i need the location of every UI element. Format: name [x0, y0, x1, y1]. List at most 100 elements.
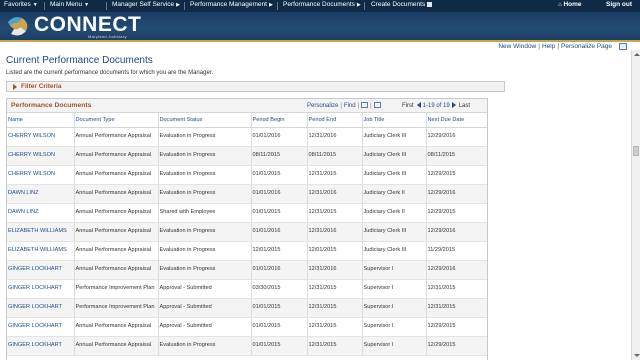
grid-find-link[interactable]: Find [344, 103, 356, 109]
table-row: CHERRY WILSON Annual Performance Appraisa… [7, 146, 487, 166]
employee-name-link[interactable]: CHERRY WILSON [7, 146, 75, 166]
table-cell: Performance Improvement Plan [74, 298, 159, 318]
table-cell: 01/01/2015 [251, 298, 308, 318]
table-cell: 12/01/2015 [307, 241, 363, 261]
table-cell: 01/01/2015 [251, 165, 308, 185]
table-cell: Annual Performance Appraisal [74, 184, 159, 204]
employee-name-link[interactable]: DAWN LINZ [7, 203, 75, 223]
previous-arrow-icon[interactable] [416, 102, 421, 108]
table-cell: Shared with Employee [158, 203, 252, 223]
table-cell: 12/29/2016 [426, 184, 487, 204]
next-arrow-icon[interactable] [451, 102, 456, 108]
personalize-page-link[interactable]: Personalize Page [561, 43, 612, 50]
download-grid-icon[interactable] [373, 102, 381, 108]
help-link[interactable]: Help [542, 43, 555, 50]
menu-divider [106, 2, 107, 10]
table-cell: 12/31/2016 [307, 127, 363, 147]
menu-manager-self-service-label: Manager Self Service [112, 1, 175, 8]
table-cell: Supervisor I [362, 260, 427, 280]
employee-name-link[interactable]: GINGER LOCKHART [7, 298, 75, 318]
table-cell: 12/31/2016 [307, 184, 363, 204]
scroll-down-icon[interactable] [634, 354, 640, 357]
sign-out-link[interactable]: Sign out [606, 1, 632, 8]
grid-tools: Personalize | Find | | [307, 102, 381, 109]
table-cell: Annual Performance Appraisal [74, 146, 159, 166]
column-header[interactable]: Job Title [362, 113, 427, 128]
scroll-up-icon[interactable] [634, 53, 640, 56]
table-row: DAWN LINZ Annual Performance Appraisal Sha… [7, 203, 487, 223]
table-cell: Evaluation in Progress [158, 222, 252, 242]
table-cell: Annual Performance Appraisal [74, 222, 159, 242]
table-cell: Judiciary Clerk III [362, 127, 427, 147]
menu-create-documents[interactable]: Create Documents [371, 1, 433, 8]
first-link[interactable]: First [402, 103, 414, 109]
table-cell: Supervisor I [362, 336, 427, 356]
employee-name-link[interactable]: ELIZABETH WILLIAMS [7, 222, 75, 242]
menu-main[interactable]: Main Menu ▼ [50, 1, 89, 8]
table-cell: 12/29/2015 [426, 165, 487, 185]
grid-personalize-link[interactable]: Personalize [307, 103, 338, 109]
filter-criteria-toggle[interactable]: Filter Criteria [6, 81, 505, 92]
column-header[interactable]: Period Begin [251, 113, 308, 128]
brand-subtitle: Maryland Judiciary [88, 34, 127, 39]
menu-performance-management-label: Performance Management [190, 1, 267, 8]
menu-performance-documents-label: Performance Documents [283, 1, 355, 8]
table-cell: Supervisor I [362, 317, 427, 337]
table-cell: 12/31/2015 [426, 279, 487, 299]
employee-name-link[interactable]: GINGER LOCKHART [7, 336, 75, 356]
employee-name-link[interactable]: CHERRY WILSON [7, 165, 75, 185]
table-row: GINGER LOCKHART Annual Performance Apprai… [7, 317, 487, 337]
column-header[interactable]: Next Due Date [426, 113, 487, 128]
expand-triangle-icon [13, 84, 17, 90]
column-header[interactable]: Document Status [158, 113, 252, 128]
column-header[interactable]: Document Type [74, 113, 159, 128]
table-cell: 12/29/2016 [426, 260, 487, 280]
table-row: GINGER LOCKHART Performance Improvement P… [7, 298, 487, 318]
employee-name-link[interactable]: GINGER LOCKHART [7, 317, 75, 337]
column-header[interactable]: Name [7, 113, 75, 128]
table-row: GINGER LOCKHART Performance Improvement P… [7, 279, 487, 299]
grid-toolbar: Performance Documents Personalize | Find | |… [7, 99, 487, 113]
employee-name-link[interactable]: GINGER LOCKHART [7, 260, 75, 280]
menu-performance-documents[interactable]: Performance Documents ▶ [283, 1, 361, 8]
menu-favorites[interactable]: Favorites ▼ [4, 1, 38, 8]
table-cell: 12/31/2015 [307, 203, 363, 223]
page-options-icon[interactable] [619, 43, 627, 50]
menu-divider [277, 2, 278, 10]
table-row: ELIZABETH WILLIAMS Annual Performance App… [7, 222, 487, 242]
page-title: Current Performance Documents [6, 55, 153, 66]
table-cell: Approval - Submitted [158, 279, 252, 299]
table-cell: Annual Performance Appraisal [74, 127, 159, 147]
table-cell: Judiciary Clerk II [362, 203, 427, 223]
employee-name-link[interactable]: ELIZABETH WILLIAMS [7, 241, 75, 261]
connect-logo-icon [8, 17, 28, 36]
scroll-thumb[interactable] [633, 146, 639, 156]
table-cell: 12/01/2015 [251, 241, 308, 261]
home-link[interactable]: ⌂ Home [558, 1, 582, 8]
table-cell: Evaluation in Progress [158, 127, 252, 147]
menu-divider [364, 2, 365, 10]
employee-name-link[interactable]: DAWN LINZ [7, 184, 75, 204]
new-window-icon [427, 2, 433, 7]
table-cell: 08/11/2015 [251, 146, 308, 166]
table-cell: Annual Performance Appraisal [74, 317, 159, 337]
table-cell: Judiciary Clerk II [362, 184, 427, 204]
chevron-right-icon: ▶ [356, 2, 361, 8]
table-cell: Judiciary Clerk III [362, 165, 427, 185]
view-all-icon[interactable] [361, 102, 369, 108]
table-cell: Approval - Submitted [158, 298, 252, 318]
column-header[interactable]: Period End [307, 113, 363, 128]
table-cell: Evaluation in Progress [158, 336, 252, 356]
vertical-scrollbar[interactable] [631, 50, 640, 360]
table-cell: Judiciary Clerk III [362, 146, 427, 166]
last-link[interactable]: Last [459, 103, 470, 109]
table-row: CHERRY WILSON Annual Performance Appraisa… [7, 127, 487, 147]
new-window-link[interactable]: New Window [498, 43, 536, 50]
menu-performance-management[interactable]: Performance Management ▶ [190, 1, 273, 8]
top-menubar: Favorites ▼ Main Menu ▼ Manager Self Servi… [0, 0, 640, 12]
home-icon: ⌂ [558, 2, 562, 8]
table-cell: 11/29/2015 [426, 241, 487, 261]
employee-name-link[interactable]: CHERRY WILSON [7, 127, 75, 147]
employee-name-link[interactable]: GINGER LOCKHART [7, 279, 75, 299]
menu-manager-self-service[interactable]: Manager Self Service ▶ [112, 1, 180, 8]
